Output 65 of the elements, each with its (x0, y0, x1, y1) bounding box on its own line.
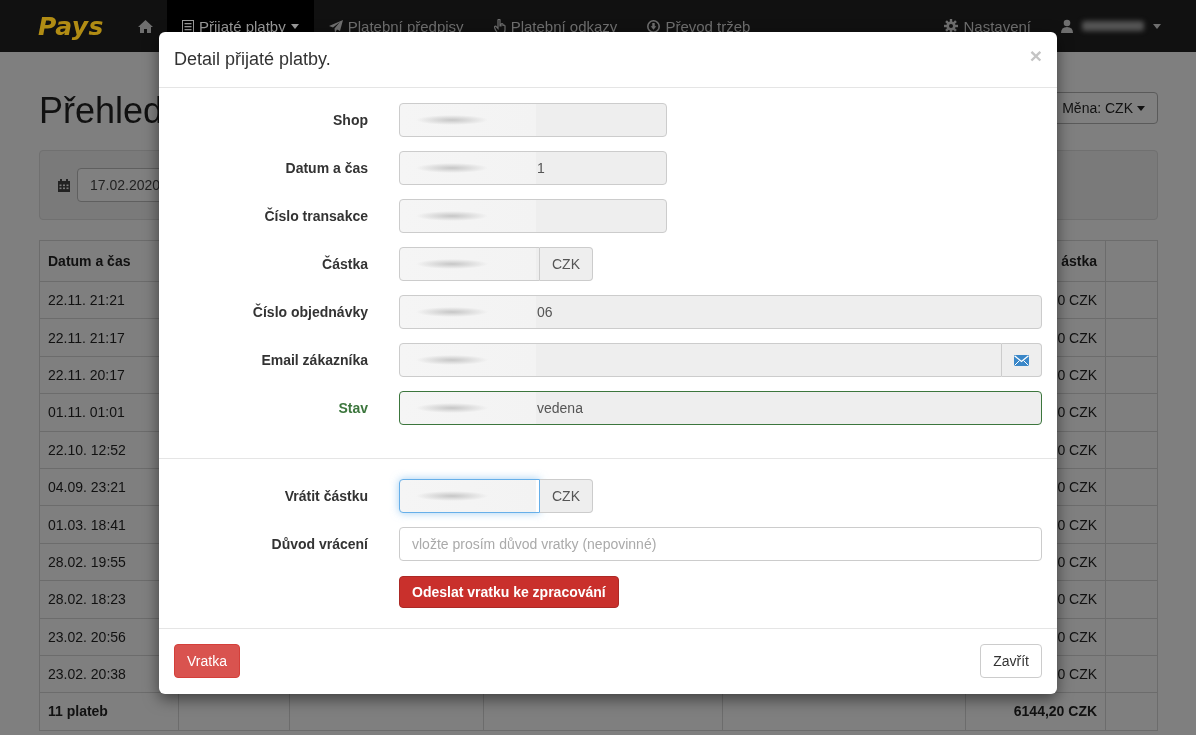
field-label: Částka (322, 256, 368, 272)
modal-title: Detail přijaté platby. (174, 49, 331, 70)
download-icon (647, 19, 661, 33)
field-label: Důvod vrácení (271, 536, 368, 552)
table-cell: 22.11. 21:17 (48, 329, 125, 346)
input-field[interactable] (399, 479, 540, 513)
calendar-icon (58, 178, 70, 192)
table-cell: 22.11. 21:21 (48, 292, 125, 309)
home-icon[interactable] (138, 19, 153, 33)
caret-icon (1153, 23, 1161, 29)
input-field[interactable] (399, 343, 1002, 377)
submit-refund-button[interactable]: Odeslat vratku ke zpracování (399, 576, 619, 608)
table-cell: 6144,20 CZK (1013, 703, 1098, 720)
table-cell: 0 CZK (1057, 591, 1098, 608)
table-cell: 0 CZK (1057, 404, 1098, 421)
table-cell: 22.11. 20:17 (48, 366, 125, 383)
input-field[interactable]: vložte prosím důvod vratky (nepovinné) (399, 527, 1042, 561)
field-label: Shop (333, 112, 368, 128)
column-header: ástka (1061, 253, 1098, 269)
table-cell: 0 CZK (1057, 553, 1098, 570)
table-cell: 04.09. 23:21 (48, 479, 126, 496)
table-cell: 0 CZK (1057, 366, 1098, 383)
table-cell: 0 CZK (1057, 441, 1098, 458)
table-cell: 01.03. 18:41 (48, 516, 126, 533)
table-cell: 0 CZK (1057, 292, 1098, 309)
input-field[interactable]: 06 (399, 295, 1042, 329)
table-cell: 11 plateb (48, 703, 108, 720)
email-addon[interactable] (1002, 343, 1042, 377)
table-cell: 0 CZK (1057, 479, 1098, 496)
table-cell: 28.02. 19:55 (48, 553, 126, 570)
input-field[interactable]: 1 (399, 151, 667, 185)
table-cell: 28.02. 18:23 (48, 591, 126, 608)
input-field[interactable] (399, 199, 667, 233)
brand-logo[interactable]: Pays (38, 11, 128, 41)
field-label: Email zákazníka (261, 352, 368, 368)
table-cell: 22.10. 12:52 (48, 441, 126, 458)
envelope-icon (1014, 354, 1029, 366)
input-field[interactable]: vedena (399, 391, 1042, 425)
hand-icon (493, 18, 506, 34)
currency-addon: CZK (540, 247, 593, 281)
field-label: Číslo objednávky (252, 304, 368, 320)
refund-button[interactable]: Vratka (174, 644, 240, 678)
table-cell: 0 CZK (1057, 666, 1098, 683)
close-dialog-button[interactable]: Zavřít (980, 644, 1042, 678)
field-label: Číslo transakce (264, 208, 368, 224)
field-label: Vrátit částku (284, 488, 368, 504)
caret-icon (1137, 105, 1145, 111)
user-icon (1061, 19, 1073, 33)
currency-addon: CZK (540, 479, 593, 513)
nav-item[interactable]: Převod tržeb (632, 0, 766, 52)
table-cell: 0 CZK (1057, 516, 1098, 533)
paper-plane-icon (328, 19, 343, 33)
table-cell: 0 CZK (1057, 628, 1098, 645)
input-field[interactable] (399, 247, 540, 281)
column-header: Datum a čas (48, 253, 131, 269)
field-label: Datum a čas (285, 160, 368, 176)
blur-patch (1082, 21, 1144, 31)
table-cell: 23.02. 20:56 (48, 628, 126, 645)
input-field[interactable] (399, 103, 667, 137)
table-cell: 23.02. 20:38 (48, 666, 126, 683)
table-cell: 0 CZK (1057, 329, 1098, 346)
nav-item[interactable]: Platební odkazy (478, 0, 633, 52)
field-label: Stav (338, 400, 368, 416)
caret-icon (290, 23, 299, 29)
table-cell: 01.11. 01:01 (48, 404, 125, 421)
